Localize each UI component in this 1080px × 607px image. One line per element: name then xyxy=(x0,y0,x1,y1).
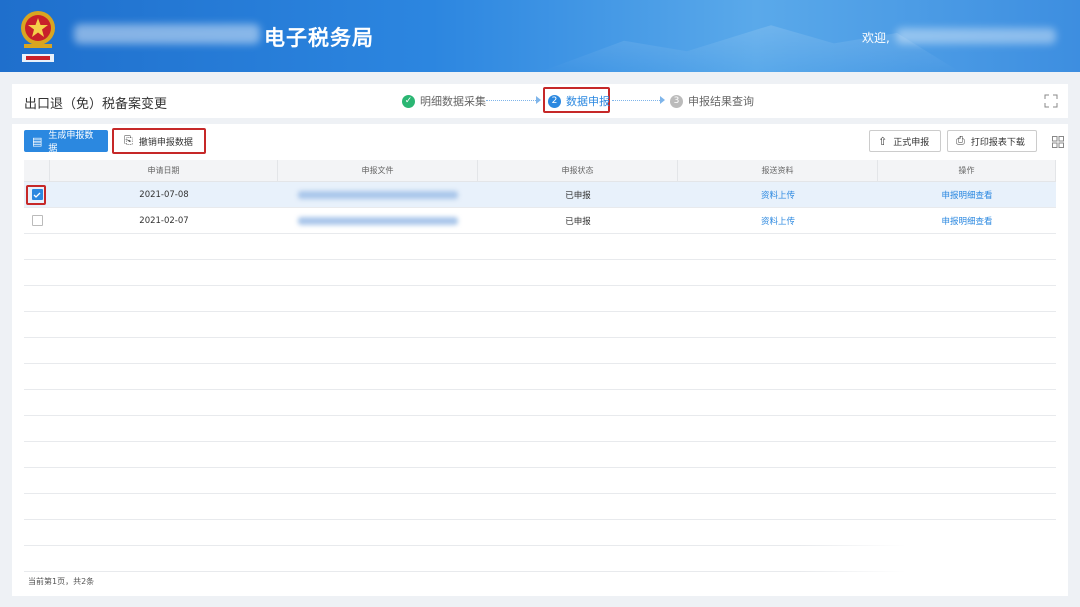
main-panel: ▤ 生成申报数据 ⎘ 撤销申报数据 ⇧ 正式申报 ⎙ 打印报表下载 申请日期 申… xyxy=(12,124,1068,596)
step-bar: 出口退（免）税备案变更 ✓ 明细数据采集 2 数据申报 3 申报结果查询 xyxy=(12,84,1068,118)
upload-icon: ⇧ xyxy=(878,134,888,148)
empty-row xyxy=(24,286,1056,312)
row-select[interactable] xyxy=(24,182,50,207)
cell-status: 已申报 xyxy=(565,216,591,227)
step-detail-collection[interactable]: ✓ 明细数据采集 xyxy=(402,93,486,109)
page-title: 出口退（免）税备案变更 xyxy=(24,97,168,112)
empty-row xyxy=(24,312,1056,338)
empty-row xyxy=(24,468,1056,494)
table-header: 申请日期 申报文件 申报状态 报送资料 操作 xyxy=(24,160,1056,182)
table-row[interactable]: 2021-07-08 已申报 资料上传 申报明细查看 xyxy=(24,182,1056,208)
submit-label: 正式申报 xyxy=(893,137,930,148)
cell-file-redacted xyxy=(278,208,478,233)
step-done-icon: ✓ xyxy=(402,94,415,108)
revoke-declaration-button[interactable]: ⎘ 撤销申报数据 xyxy=(116,130,202,152)
cell-date: 2021-07-08 xyxy=(139,189,189,200)
step-number-icon: 2 xyxy=(548,94,561,108)
empty-row xyxy=(24,338,1056,364)
header-file[interactable]: 申报文件 xyxy=(278,160,478,181)
view-details-link[interactable]: 申报明细查看 xyxy=(878,208,1056,233)
empty-row xyxy=(24,364,1056,390)
row-select[interactable] xyxy=(24,208,50,233)
table-row[interactable]: 2021-02-07 已申报 资料上传 申报明细查看 xyxy=(24,208,1056,234)
cell-file-redacted xyxy=(278,182,478,207)
step-label: 数据申报 xyxy=(566,95,610,108)
view-details-link[interactable]: 申报明细查看 xyxy=(878,182,1056,207)
column-settings-icon[interactable] xyxy=(1052,136,1064,148)
step-number-icon: 3 xyxy=(670,94,683,108)
header-decoration xyxy=(540,25,960,72)
header-operation: 操作 xyxy=(878,160,1056,181)
step-result-query[interactable]: 3 申报结果查询 xyxy=(670,93,754,109)
cell-status: 已申报 xyxy=(565,190,591,201)
empty-row xyxy=(24,416,1056,442)
header-select xyxy=(24,160,50,181)
header-material[interactable]: 报送资料 xyxy=(678,160,878,181)
organization-name-redacted xyxy=(74,24,260,44)
fullscreen-icon[interactable] xyxy=(1044,94,1058,108)
empty-row xyxy=(24,390,1056,416)
top-header: 电子税务局 欢迎, xyxy=(0,0,1080,72)
header-status[interactable]: 申报状态 xyxy=(478,160,678,181)
user-name-redacted[interactable] xyxy=(896,28,1056,44)
print-report-button[interactable]: ⎙ 打印报表下载 xyxy=(947,130,1037,152)
tax-emblem-icon xyxy=(21,11,55,62)
empty-row xyxy=(24,442,1056,468)
empty-row xyxy=(24,260,1056,286)
step-data-declaration[interactable]: 2 数据申报 xyxy=(548,93,610,109)
print-label: 打印报表下载 xyxy=(970,137,1025,148)
empty-row xyxy=(24,234,1056,260)
submit-declaration-button[interactable]: ⇧ 正式申报 xyxy=(869,130,941,152)
upload-material-link[interactable]: 资料上传 xyxy=(678,208,878,233)
upload-material-link[interactable]: 资料上传 xyxy=(678,182,878,207)
revoke-label: 撤销申报数据 xyxy=(138,137,193,148)
highlight-box-checkbox xyxy=(26,185,46,205)
step-connector xyxy=(486,100,536,101)
printer-icon: ⎙ xyxy=(956,134,965,147)
pagination-info: 当前第1页，共2条 xyxy=(28,577,95,586)
site-title: 电子税务局 xyxy=(264,26,374,50)
empty-row xyxy=(24,494,1056,520)
revoke-icon: ⎘ xyxy=(124,134,133,147)
welcome-text: 欢迎, xyxy=(862,31,890,45)
declaration-table: 申请日期 申报文件 申报状态 报送资料 操作 2021-07-08 已申报 资料… xyxy=(24,160,1056,572)
generate-declaration-button[interactable]: ▤ 生成申报数据 xyxy=(24,130,108,154)
step-connector xyxy=(612,100,660,101)
header-date[interactable]: 申请日期 xyxy=(50,160,278,181)
bottom-right-fade xyxy=(798,536,1068,596)
step-arrow-icon xyxy=(536,96,541,104)
document-icon: ▤ xyxy=(32,134,43,148)
cell-date: 2021-02-07 xyxy=(139,215,189,226)
step-arrow-icon xyxy=(660,96,665,104)
step-label: 明细数据采集 xyxy=(420,95,486,108)
step-label: 申报结果查询 xyxy=(688,95,754,108)
generate-label: 生成申报数据 xyxy=(48,131,94,154)
row-checkbox[interactable] xyxy=(31,215,43,226)
